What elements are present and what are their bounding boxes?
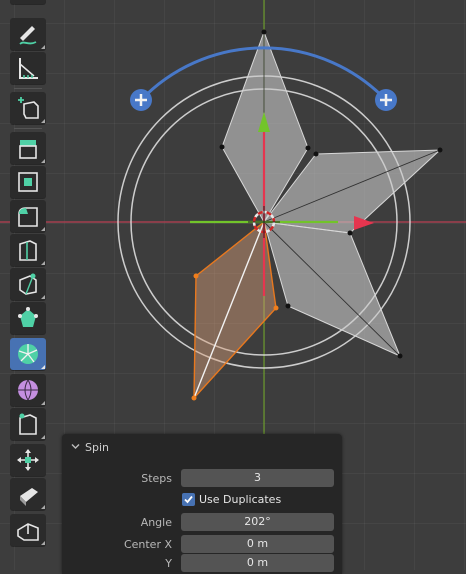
center-y-field[interactable]: 0 m bbox=[181, 554, 334, 572]
3d-viewport[interactable]: Spin Steps 3 Use Duplicates Angle 202° C… bbox=[0, 0, 466, 574]
cursor-tool-icon bbox=[14, 0, 42, 16]
tool-annotate[interactable] bbox=[10, 18, 46, 50]
tool-smooth[interactable] bbox=[10, 374, 46, 406]
steps-row: Steps 3 bbox=[62, 469, 342, 489]
tool-poly-build[interactable] bbox=[10, 302, 46, 334]
chevron-down-icon[interactable] bbox=[71, 442, 80, 451]
knife-icon bbox=[19, 273, 37, 295]
center-x-field[interactable]: 0 m bbox=[181, 535, 334, 553]
poly-build-icon bbox=[18, 307, 38, 327]
tool-knife[interactable] bbox=[10, 268, 46, 300]
inset-faces-icon bbox=[18, 172, 38, 192]
loop-cut-icon bbox=[19, 240, 37, 261]
tool-edge-slide[interactable] bbox=[10, 408, 46, 440]
annotate-pencil-icon bbox=[19, 26, 37, 45]
center-y-label: Y bbox=[165, 557, 172, 570]
tool-spin[interactable] bbox=[10, 338, 46, 370]
panel-header[interactable]: Spin bbox=[62, 434, 342, 460]
measure-ruler-icon bbox=[19, 58, 38, 79]
extrude-region-icon bbox=[19, 140, 37, 159]
use-duplicates-checkbox[interactable] bbox=[182, 493, 195, 506]
center-y-row: Y 0 m bbox=[62, 554, 342, 574]
use-duplicates-label[interactable]: Use Duplicates bbox=[199, 493, 281, 506]
shear-icon bbox=[20, 488, 38, 506]
tool-measure[interactable] bbox=[10, 52, 46, 84]
spin-operator-panel: Spin Steps 3 Use Duplicates Angle 202° C… bbox=[62, 434, 342, 574]
center-x-label: Center X bbox=[123, 538, 172, 551]
angle-row: Angle 202° bbox=[62, 513, 342, 533]
toolbar-item-top-partial[interactable] bbox=[10, 0, 46, 4]
checkmark-icon bbox=[184, 495, 193, 504]
panel-title: Spin bbox=[85, 441, 109, 454]
tool-bevel[interactable] bbox=[10, 200, 46, 232]
smooth-sphere-icon bbox=[18, 379, 38, 401]
tool-loop-cut[interactable] bbox=[10, 234, 46, 266]
tool-shrink-fatten[interactable] bbox=[10, 444, 46, 476]
tool-extrude[interactable] bbox=[10, 132, 46, 164]
tool-shear[interactable] bbox=[10, 478, 46, 510]
tool-add-cube[interactable] bbox=[10, 92, 46, 124]
steps-field[interactable]: 3 bbox=[181, 469, 334, 487]
spin-handle-left[interactable] bbox=[130, 89, 152, 111]
angle-label: Angle bbox=[140, 516, 172, 529]
center-x-row: Center X 0 m bbox=[62, 535, 342, 555]
add-cube-icon bbox=[18, 97, 39, 119]
shrink-fatten-icon bbox=[17, 449, 39, 471]
bevel-icon bbox=[18, 207, 38, 227]
spin-handle-right[interactable] bbox=[375, 89, 397, 111]
use-duplicates-row: Use Duplicates bbox=[62, 491, 342, 511]
spin-icon bbox=[18, 344, 38, 364]
tool-inset[interactable] bbox=[10, 166, 46, 198]
rip-region-icon bbox=[17, 523, 39, 541]
steps-label: Steps bbox=[141, 472, 172, 485]
tool-shelf bbox=[8, 0, 50, 570]
angle-field[interactable]: 202° bbox=[181, 513, 334, 531]
tool-rip[interactable] bbox=[10, 514, 46, 546]
edge-slide-icon bbox=[19, 413, 37, 435]
